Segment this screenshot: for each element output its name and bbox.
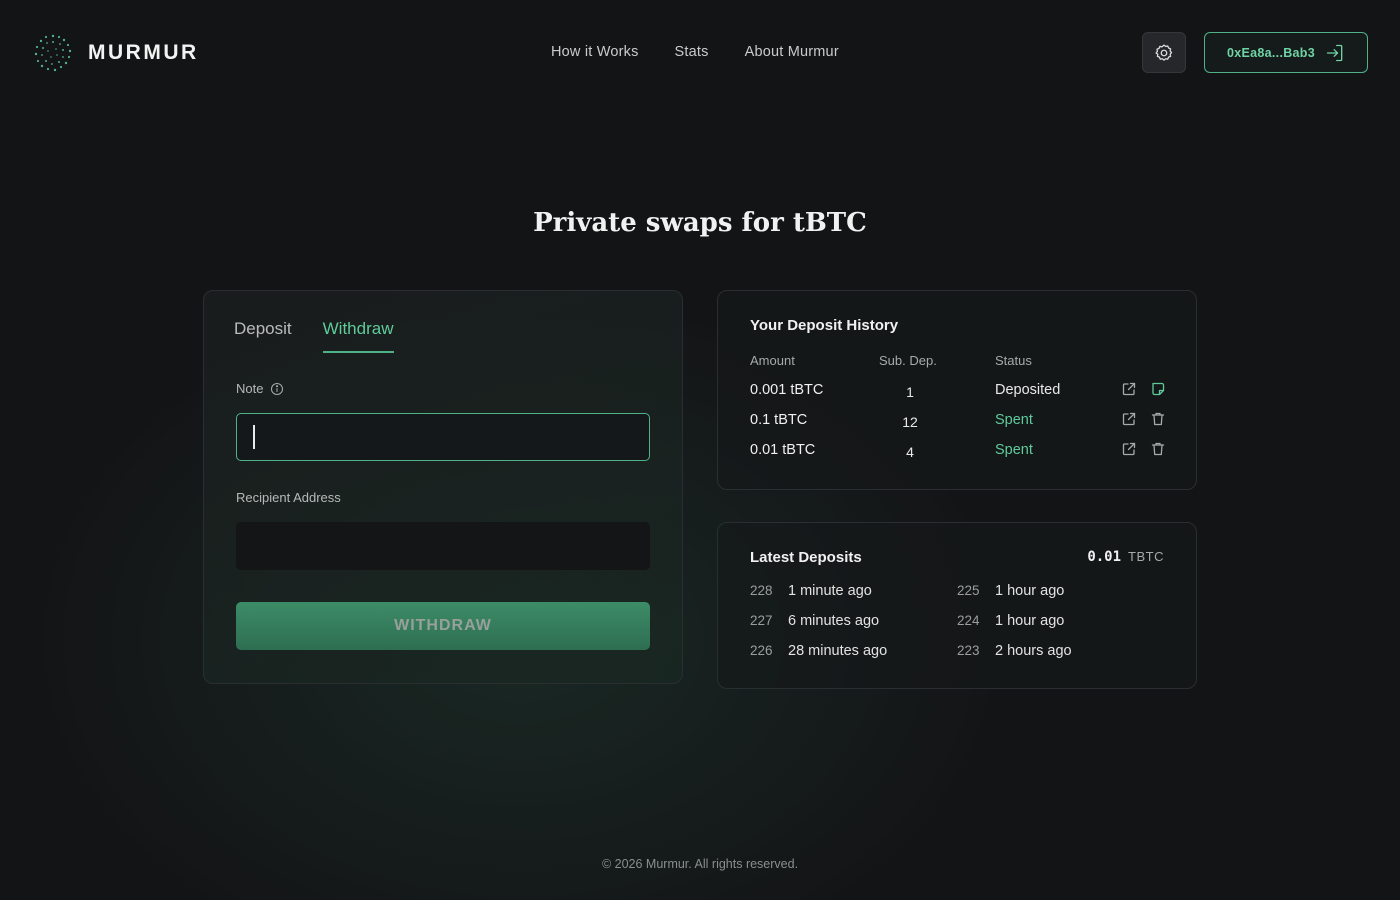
history-sub-dep: 1 — [906, 384, 914, 400]
latest-amount-selector[interactable]: 0.01 TBTC — [1087, 549, 1164, 565]
settings-button[interactable] — [1142, 32, 1186, 73]
copy-note-icon[interactable] — [1150, 381, 1166, 397]
trash-icon[interactable] — [1150, 441, 1166, 457]
recipient-label: Recipient Address — [236, 490, 341, 505]
gear-icon — [1155, 43, 1173, 61]
latest-deposit-item: 226 28 minutes ago — [750, 643, 887, 659]
nav-how-it-works[interactable]: How it Works — [551, 44, 639, 60]
main-nav: How it Works Stats About Murmur — [551, 44, 839, 60]
history-title: Your Deposit History — [750, 317, 899, 334]
tab-withdraw[interactable]: Withdraw — [322, 319, 394, 353]
note-label-group: Note — [236, 381, 284, 396]
deposit-id: 228 — [750, 583, 773, 598]
page-title: Private swaps for tBTC — [533, 208, 867, 238]
deposit-time: 28 minutes ago — [788, 643, 888, 659]
col-sub-dep: Sub. Dep. — [879, 353, 937, 368]
nav-about[interactable]: About Murmur — [745, 44, 839, 60]
note-input[interactable] — [236, 413, 650, 461]
deposit-time: 1 hour ago — [995, 613, 1065, 629]
footer-copyright: © 2026 Murmur. All rights reserved. — [601, 857, 799, 871]
wallet-address: 0xEa8a...Bab3 — [1227, 45, 1315, 60]
external-link-icon[interactable] — [1121, 411, 1137, 427]
latest-deposit-item: 225 1 hour ago — [957, 583, 1064, 599]
deposit-time: 6 minutes ago — [788, 613, 880, 629]
tab-deposit[interactable]: Deposit — [234, 319, 292, 353]
logout-icon — [1326, 44, 1343, 61]
deposit-id: 224 — [957, 613, 980, 628]
wallet-button[interactable]: 0xEa8a...Bab3 — [1204, 32, 1368, 73]
deposit-time: 2 hours ago — [995, 643, 1072, 659]
history-sub-dep: 12 — [902, 414, 918, 430]
form-tabs: Deposit Withdraw — [234, 319, 394, 353]
history-status: Deposited — [995, 382, 1061, 398]
trash-icon[interactable] — [1150, 411, 1166, 427]
swap-form-card: Deposit Withdraw Note Recipient Address … — [203, 290, 683, 684]
note-label: Note — [236, 381, 264, 396]
info-icon[interactable] — [270, 382, 284, 396]
latest-deposit-item: 224 1 hour ago — [957, 613, 1064, 629]
nav-stats[interactable]: Stats — [675, 44, 709, 60]
external-link-icon[interactable] — [1121, 441, 1137, 457]
deposit-history-card: Your Deposit History Amount Sub. Dep. St… — [717, 290, 1197, 490]
deposit-id: 227 — [750, 613, 773, 628]
deposit-id: 225 — [957, 583, 980, 598]
latest-deposit-item: 223 2 hours ago — [957, 643, 1072, 659]
latest-deposits-card: Latest Deposits 0.01 TBTC 228 1 minute a… — [717, 522, 1197, 689]
deposit-id: 223 — [957, 643, 980, 658]
brand-name: MURMUR — [88, 41, 199, 64]
history-status: Spent — [995, 412, 1033, 428]
history-status: Spent — [995, 442, 1033, 458]
latest-unit: TBTC — [1128, 549, 1164, 564]
history-amount: 0.1 tBTC — [750, 412, 808, 428]
history-amount: 0.01 tBTC — [750, 442, 816, 458]
header: MURMUR How it Works Stats About Murmur 0… — [0, 0, 1400, 105]
col-amount: Amount — [750, 353, 795, 368]
history-sub-dep: 4 — [906, 444, 914, 460]
withdraw-button[interactable]: WITHDRAW — [236, 602, 650, 650]
murmuration-logo-icon — [34, 34, 72, 72]
deposit-id: 226 — [750, 643, 773, 658]
latest-amount: 0.01 — [1087, 549, 1122, 565]
history-amount: 0.001 tBTC — [750, 382, 824, 398]
latest-title: Latest Deposits — [750, 549, 862, 566]
latest-deposit-item: 228 1 minute ago — [750, 583, 872, 599]
logo[interactable]: MURMUR — [32, 32, 199, 74]
deposit-time: 1 minute ago — [788, 583, 872, 599]
deposit-time: 1 hour ago — [995, 583, 1065, 599]
col-status: Status — [995, 353, 1032, 368]
recipient-address-input[interactable] — [236, 522, 650, 570]
text-caret — [253, 425, 255, 449]
latest-deposit-item: 227 6 minutes ago — [750, 613, 879, 629]
external-link-icon[interactable] — [1121, 381, 1137, 397]
